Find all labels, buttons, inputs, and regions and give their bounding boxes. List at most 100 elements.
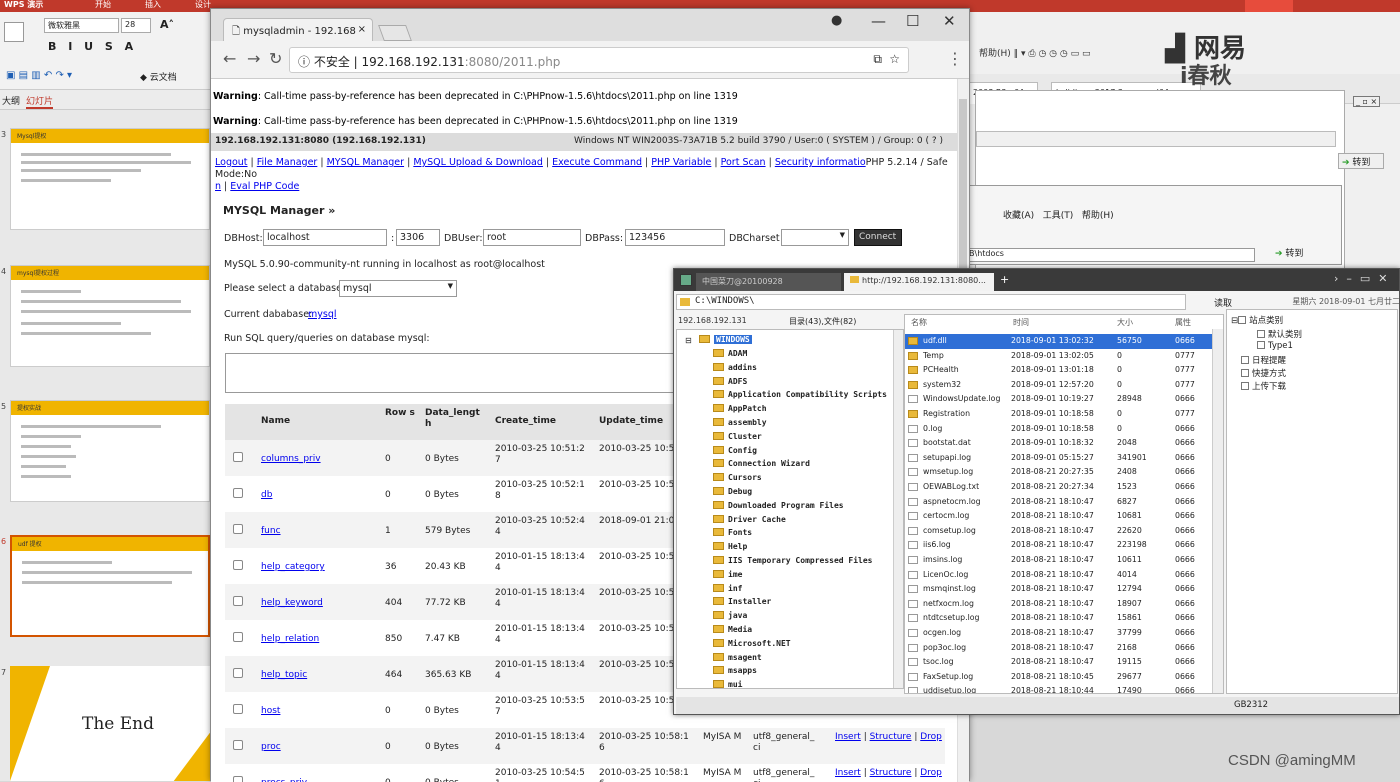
tree-node[interactable]: mui bbox=[713, 680, 742, 688]
ie-address[interactable]: B\htdocs bbox=[965, 248, 1255, 262]
menu-insert[interactable]: 插入 bbox=[145, 0, 161, 10]
menu-favorites[interactable]: 收藏(A) bbox=[1003, 211, 1034, 221]
file-row[interactable]: OEWABLog.txt 2018-08-21 20:27:34 1523 0666 bbox=[905, 480, 1220, 495]
structure-link[interactable]: Structure bbox=[870, 732, 912, 742]
link-eval-php[interactable]: Eval PHP Code bbox=[230, 181, 299, 192]
tree-node[interactable]: assembly bbox=[713, 418, 767, 427]
link-logout[interactable]: Logout bbox=[215, 157, 248, 168]
tree-node[interactable]: ime bbox=[713, 569, 742, 579]
side-upload-download[interactable]: 上传下载 bbox=[1241, 380, 1286, 392]
file-row[interactable]: ntdtcsetup.log 2018-08-21 18:10:47 15861 06… bbox=[905, 611, 1220, 626]
window-controls[interactable]: _ ▫ × bbox=[1353, 96, 1381, 107]
link-port-scan[interactable]: Port Scan bbox=[721, 157, 766, 168]
grow-font-icon[interactable]: A˄ bbox=[160, 18, 174, 31]
insert-link[interactable]: Insert bbox=[835, 732, 861, 742]
slide-thumbnail-4[interactable]: mysql提权过程 bbox=[10, 265, 210, 367]
tree-node[interactable]: java bbox=[713, 611, 747, 620]
tree-scrollbar[interactable] bbox=[893, 330, 903, 688]
table-name-link[interactable]: proc bbox=[261, 742, 281, 753]
sql-query-textarea[interactable] bbox=[225, 353, 695, 393]
side-type1[interactable]: Type1 bbox=[1257, 341, 1293, 351]
font-size-select[interactable]: 28 bbox=[121, 18, 151, 33]
drop-link[interactable]: Drop bbox=[920, 732, 942, 742]
file-row[interactable]: ocgen.log 2018-08-21 18:10:47 37799 0666 bbox=[905, 626, 1220, 641]
file-row[interactable]: uddisetup.log 2018-08-21 18:10:44 17490 066… bbox=[905, 684, 1220, 693]
dbport-input[interactable]: 3306 bbox=[396, 229, 440, 246]
ie-go-button[interactable]: ➔ 转到 bbox=[1275, 246, 1303, 259]
link-file-manager[interactable]: File Manager bbox=[257, 157, 318, 168]
slide-thumbnail-6[interactable]: udf 提权 bbox=[10, 535, 210, 637]
tree-node[interactable]: Fonts bbox=[713, 528, 752, 537]
row-checkbox[interactable] bbox=[233, 740, 243, 750]
table-name-link[interactable]: help_relation bbox=[261, 634, 319, 645]
file-row[interactable]: netfxocm.log 2018-08-21 18:10:47 18907 0666 bbox=[905, 597, 1220, 612]
row-checkbox[interactable] bbox=[233, 524, 243, 534]
file-row[interactable]: udf.dll 2018-09-01 13:02:32 56750 0666 bbox=[905, 334, 1220, 349]
file-row[interactable]: comsetup.log 2018-08-21 18:10:47 22620 0666 bbox=[905, 524, 1220, 539]
tree-node-root[interactable]: WINDOWS bbox=[699, 335, 752, 344]
font-name-select[interactable]: 微软雅黑 bbox=[44, 18, 119, 33]
menu-home[interactable]: 开始 bbox=[95, 0, 111, 10]
table-name-link[interactable]: func bbox=[261, 526, 281, 537]
side-shortcuts[interactable]: 快捷方式 bbox=[1241, 367, 1286, 379]
file-row[interactable]: WindowsUpdate.log 2018-09-01 10:19:27 2894… bbox=[905, 392, 1220, 407]
menu-tools[interactable]: 工具(T) bbox=[1043, 211, 1074, 221]
tree-collapse-icon[interactable]: ⊟ bbox=[685, 336, 692, 345]
col-size[interactable]: 大小 bbox=[1117, 317, 1133, 328]
forward-icon[interactable]: → bbox=[247, 49, 260, 68]
file-row[interactable]: bootstat.dat 2018-09-01 10:18:32 2048 0666 bbox=[905, 436, 1220, 451]
file-row[interactable]: tsoc.log 2018-08-21 18:10:47 19115 0666 bbox=[905, 655, 1220, 670]
fm-path-input[interactable]: C:\WINDOWS\ bbox=[676, 294, 1186, 310]
tree-node[interactable]: ADFS bbox=[713, 376, 747, 386]
back-icon[interactable]: ← bbox=[223, 49, 236, 68]
ie-menu[interactable]: 收藏(A) 工具(T) 帮助(H) bbox=[1003, 208, 1114, 221]
dbhost-input[interactable]: localhost bbox=[263, 229, 387, 246]
row-checkbox[interactable] bbox=[233, 560, 243, 570]
slide-thumbnail-3[interactable]: Mysql提权 bbox=[10, 128, 210, 230]
fm-window-controls[interactable]: ›–▭✕ bbox=[1334, 272, 1396, 285]
close-icon[interactable]: ✕ bbox=[943, 11, 956, 31]
link-security-info[interactable]: Security informatio bbox=[775, 157, 866, 168]
current-db-link[interactable]: mysql bbox=[308, 309, 337, 320]
file-row[interactable]: certocm.log 2018-08-21 18:10:47 10681 0666 bbox=[905, 509, 1220, 524]
minimize-icon[interactable]: — bbox=[871, 11, 886, 31]
file-row[interactable]: aspnetocm.log 2018-08-21 18:10:47 6827 0666 bbox=[905, 495, 1220, 510]
link-execute-command[interactable]: Execute Command bbox=[552, 157, 642, 168]
drop-link[interactable]: Drop bbox=[920, 768, 942, 778]
table-name-link[interactable]: help_keyword bbox=[261, 598, 323, 609]
dbuser-input[interactable]: root bbox=[483, 229, 581, 246]
row-checkbox[interactable] bbox=[233, 776, 243, 782]
row-checkbox[interactable] bbox=[233, 488, 243, 498]
connect-button[interactable]: Connect bbox=[854, 229, 902, 246]
tree-node[interactable]: addins bbox=[713, 362, 757, 372]
table-name-link[interactable]: help_category bbox=[261, 562, 325, 573]
text-box-icon[interactable] bbox=[4, 22, 24, 42]
slide-thumbnail-7[interactable]: The End bbox=[10, 666, 210, 781]
link-mysql-manager[interactable]: MYSQL Manager bbox=[327, 157, 404, 168]
tree-node[interactable]: Debug bbox=[713, 487, 752, 496]
tree-node[interactable]: ADAM bbox=[713, 349, 747, 358]
col-time[interactable]: 时间 bbox=[1013, 317, 1029, 328]
format-buttons[interactable]: B I U S A bbox=[48, 40, 137, 53]
address-combo[interactable] bbox=[976, 131, 1336, 147]
col-attr[interactable]: 属性 bbox=[1175, 317, 1191, 328]
row-checkbox[interactable] bbox=[233, 452, 243, 462]
tab-slides[interactable]: 幻灯片 bbox=[26, 94, 54, 109]
quick-access-icons[interactable]: ▣ ▤ ▥ ↶ ↷ ▾ bbox=[6, 70, 72, 81]
tree-node[interactable]: Application Compatibility Scripts bbox=[713, 390, 887, 399]
file-row[interactable]: imsins.log 2018-08-21 18:10:47 10611 0666 bbox=[905, 553, 1220, 568]
account-icon[interactable]: ● bbox=[831, 11, 842, 31]
tree-node[interactable]: Connection Wizard bbox=[713, 459, 810, 468]
side-site-category[interactable]: ⊟ 站点类别 bbox=[1231, 314, 1283, 326]
bookmark-star-icon[interactable]: ☆ bbox=[889, 52, 900, 66]
table-name-link[interactable]: procs_priv bbox=[261, 778, 307, 782]
row-checkbox[interactable] bbox=[233, 632, 243, 642]
file-list-scrollbar[interactable] bbox=[1212, 329, 1223, 693]
file-row[interactable]: system32 2018-09-01 12:57:20 0 0777 bbox=[905, 378, 1220, 393]
reload-icon[interactable]: ↻ bbox=[269, 49, 282, 68]
structure-link[interactable]: Structure bbox=[870, 768, 912, 778]
table-name-link[interactable]: help_topic bbox=[261, 670, 307, 681]
tab-close-icon[interactable]: × bbox=[358, 24, 366, 35]
add-tab-icon[interactable]: + bbox=[1000, 273, 1009, 286]
tree-node[interactable]: Downloaded Program Files bbox=[713, 500, 844, 510]
